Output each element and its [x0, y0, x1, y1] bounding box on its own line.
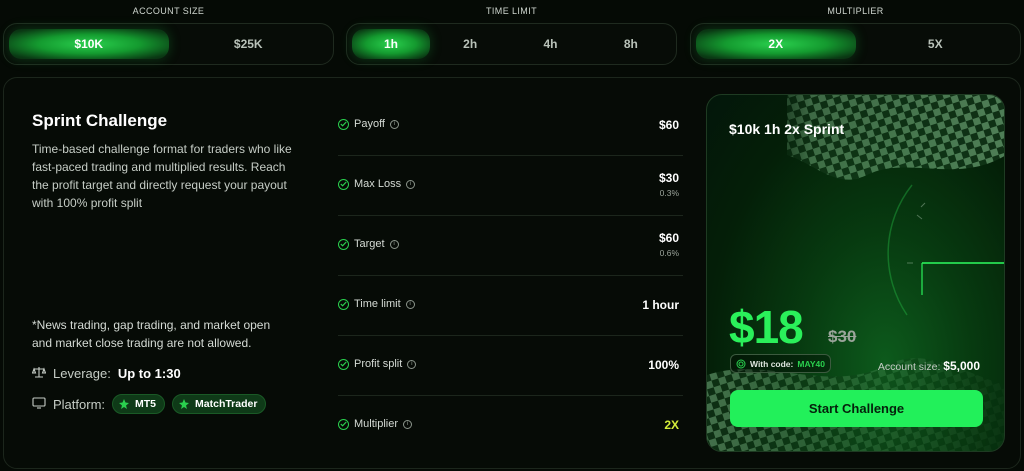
platform-badge-matchtrader: MatchTrader: [172, 394, 267, 414]
time-limit-label: TIME LIMIT: [486, 6, 537, 16]
time-limit-group: TIME LIMIT 1h 2h 4h 8h: [346, 0, 677, 70]
platform-badge-matchtrader-label: MatchTrader: [195, 398, 258, 410]
promo-card: $10k 1h 2x Sprint $18 $30 With code: MAY…: [706, 94, 1005, 452]
start-challenge-button[interactable]: Start Challenge: [730, 390, 983, 427]
info-icon[interactable]: i: [390, 119, 399, 129]
leverage-line: Leverage: Up to 1:30: [31, 366, 181, 381]
challenge-description: Time-based challenge format for traders …: [32, 142, 292, 210]
stat-row-multiplier: Multiplier i 2X: [338, 396, 683, 456]
scale-icon: [31, 366, 47, 381]
account-size-label: ACCOUNT SIZE: [132, 6, 205, 16]
account-size-info-value: $5,000: [943, 359, 980, 373]
monitor-icon: [32, 396, 46, 412]
time-limit-option-8h[interactable]: 8h: [591, 29, 671, 59]
stat-row-profit-split: Profit split i 100%: [338, 336, 683, 396]
stat-subvalue: 0.3%: [659, 188, 679, 198]
info-icon[interactable]: i: [405, 299, 415, 309]
platform-badge-mt5: MT5: [112, 394, 166, 414]
challenge-stats-list: Payoff i $60 Max Loss i $30 0.3% Target …: [338, 96, 683, 456]
account-size-option-25k[interactable]: $25K: [169, 29, 329, 59]
promo-code-label: With code:: [750, 358, 794, 369]
platform-label: Platform:: [53, 396, 106, 412]
promo-code-value[interactable]: MAY40: [797, 359, 825, 369]
time-limit-option-2h[interactable]: 2h: [430, 29, 510, 59]
time-limit-option-4h[interactable]: 4h: [510, 29, 590, 59]
info-icon[interactable]: i: [403, 419, 413, 429]
multiplier-label: MULTIPLIER: [827, 6, 884, 16]
stat-label: Time limit: [354, 298, 401, 310]
time-limit-selector: 1h 2h 4h 8h: [346, 23, 677, 65]
stat-subvalue: 0.6%: [659, 248, 679, 258]
account-size-info-label: Account size:: [877, 361, 941, 373]
multiplier-option-5x[interactable]: 5X: [856, 29, 1016, 59]
check-circle-icon: [338, 178, 349, 190]
stat-value: $60: [658, 231, 679, 245]
account-size-group: ACCOUNT SIZE $10K $25K: [3, 0, 334, 70]
multiplier-selector: 2X 5X: [690, 23, 1021, 65]
trading-restrictions-note: *News trading, gap trading, and market o…: [32, 318, 271, 350]
stat-label: Target: [354, 238, 385, 250]
promo-title: $10k 1h 2x Sprint: [729, 121, 845, 137]
promo-old-price: $30: [828, 327, 857, 346]
stat-row-payoff: Payoff i $60: [338, 96, 683, 156]
check-circle-icon: [338, 118, 349, 130]
stat-value: $30: [658, 171, 679, 185]
platform-line: Platform: MT5 MatchTrader: [32, 394, 267, 414]
check-circle-icon: [338, 298, 349, 310]
stat-row-target: Target i $60 0.6%: [338, 216, 683, 276]
account-size-option-10k[interactable]: $10K: [9, 29, 169, 59]
check-circle-icon: [338, 238, 349, 250]
stat-label: Profit split: [354, 358, 403, 370]
info-icon[interactable]: i: [407, 359, 417, 369]
fingerprint-icon: [736, 359, 746, 368]
info-icon[interactable]: i: [406, 179, 416, 189]
account-size-selector: $10K $25K: [3, 23, 334, 65]
multiplier-group: MULTIPLIER 2X 5X: [690, 0, 1021, 70]
stat-value: 2X: [664, 418, 679, 432]
stat-label: Max Loss: [354, 178, 402, 190]
promo-code-chip: With code: MAY40: [730, 354, 831, 373]
stat-label: Payoff: [354, 118, 385, 130]
stat-value: 100%: [648, 358, 679, 372]
time-limit-option-1h[interactable]: 1h: [352, 29, 430, 59]
mt5-logo-icon: [119, 399, 130, 409]
challenge-title: Sprint Challenge: [32, 111, 168, 130]
multiplier-option-2x[interactable]: 2X: [696, 29, 856, 59]
promo-price: $18: [729, 301, 804, 353]
check-circle-icon: [338, 358, 349, 370]
account-size-info: Account size: $5,000: [878, 359, 980, 373]
info-icon[interactable]: i: [389, 239, 399, 249]
check-circle-icon: [338, 418, 349, 430]
stat-value: 1 hour: [642, 298, 679, 312]
leverage-value: Up to 1:30: [117, 366, 181, 381]
matchtrader-logo-icon: [179, 399, 190, 409]
stat-value: $60: [658, 118, 679, 132]
stat-row-max-loss: Max Loss i $30 0.3%: [338, 156, 683, 216]
leverage-label: Leverage:: [53, 366, 111, 381]
stat-label: Multiplier: [354, 418, 399, 430]
platform-badge-mt5-label: MT5: [135, 398, 157, 410]
stat-row-time-limit: Time limit i 1 hour: [338, 276, 683, 336]
